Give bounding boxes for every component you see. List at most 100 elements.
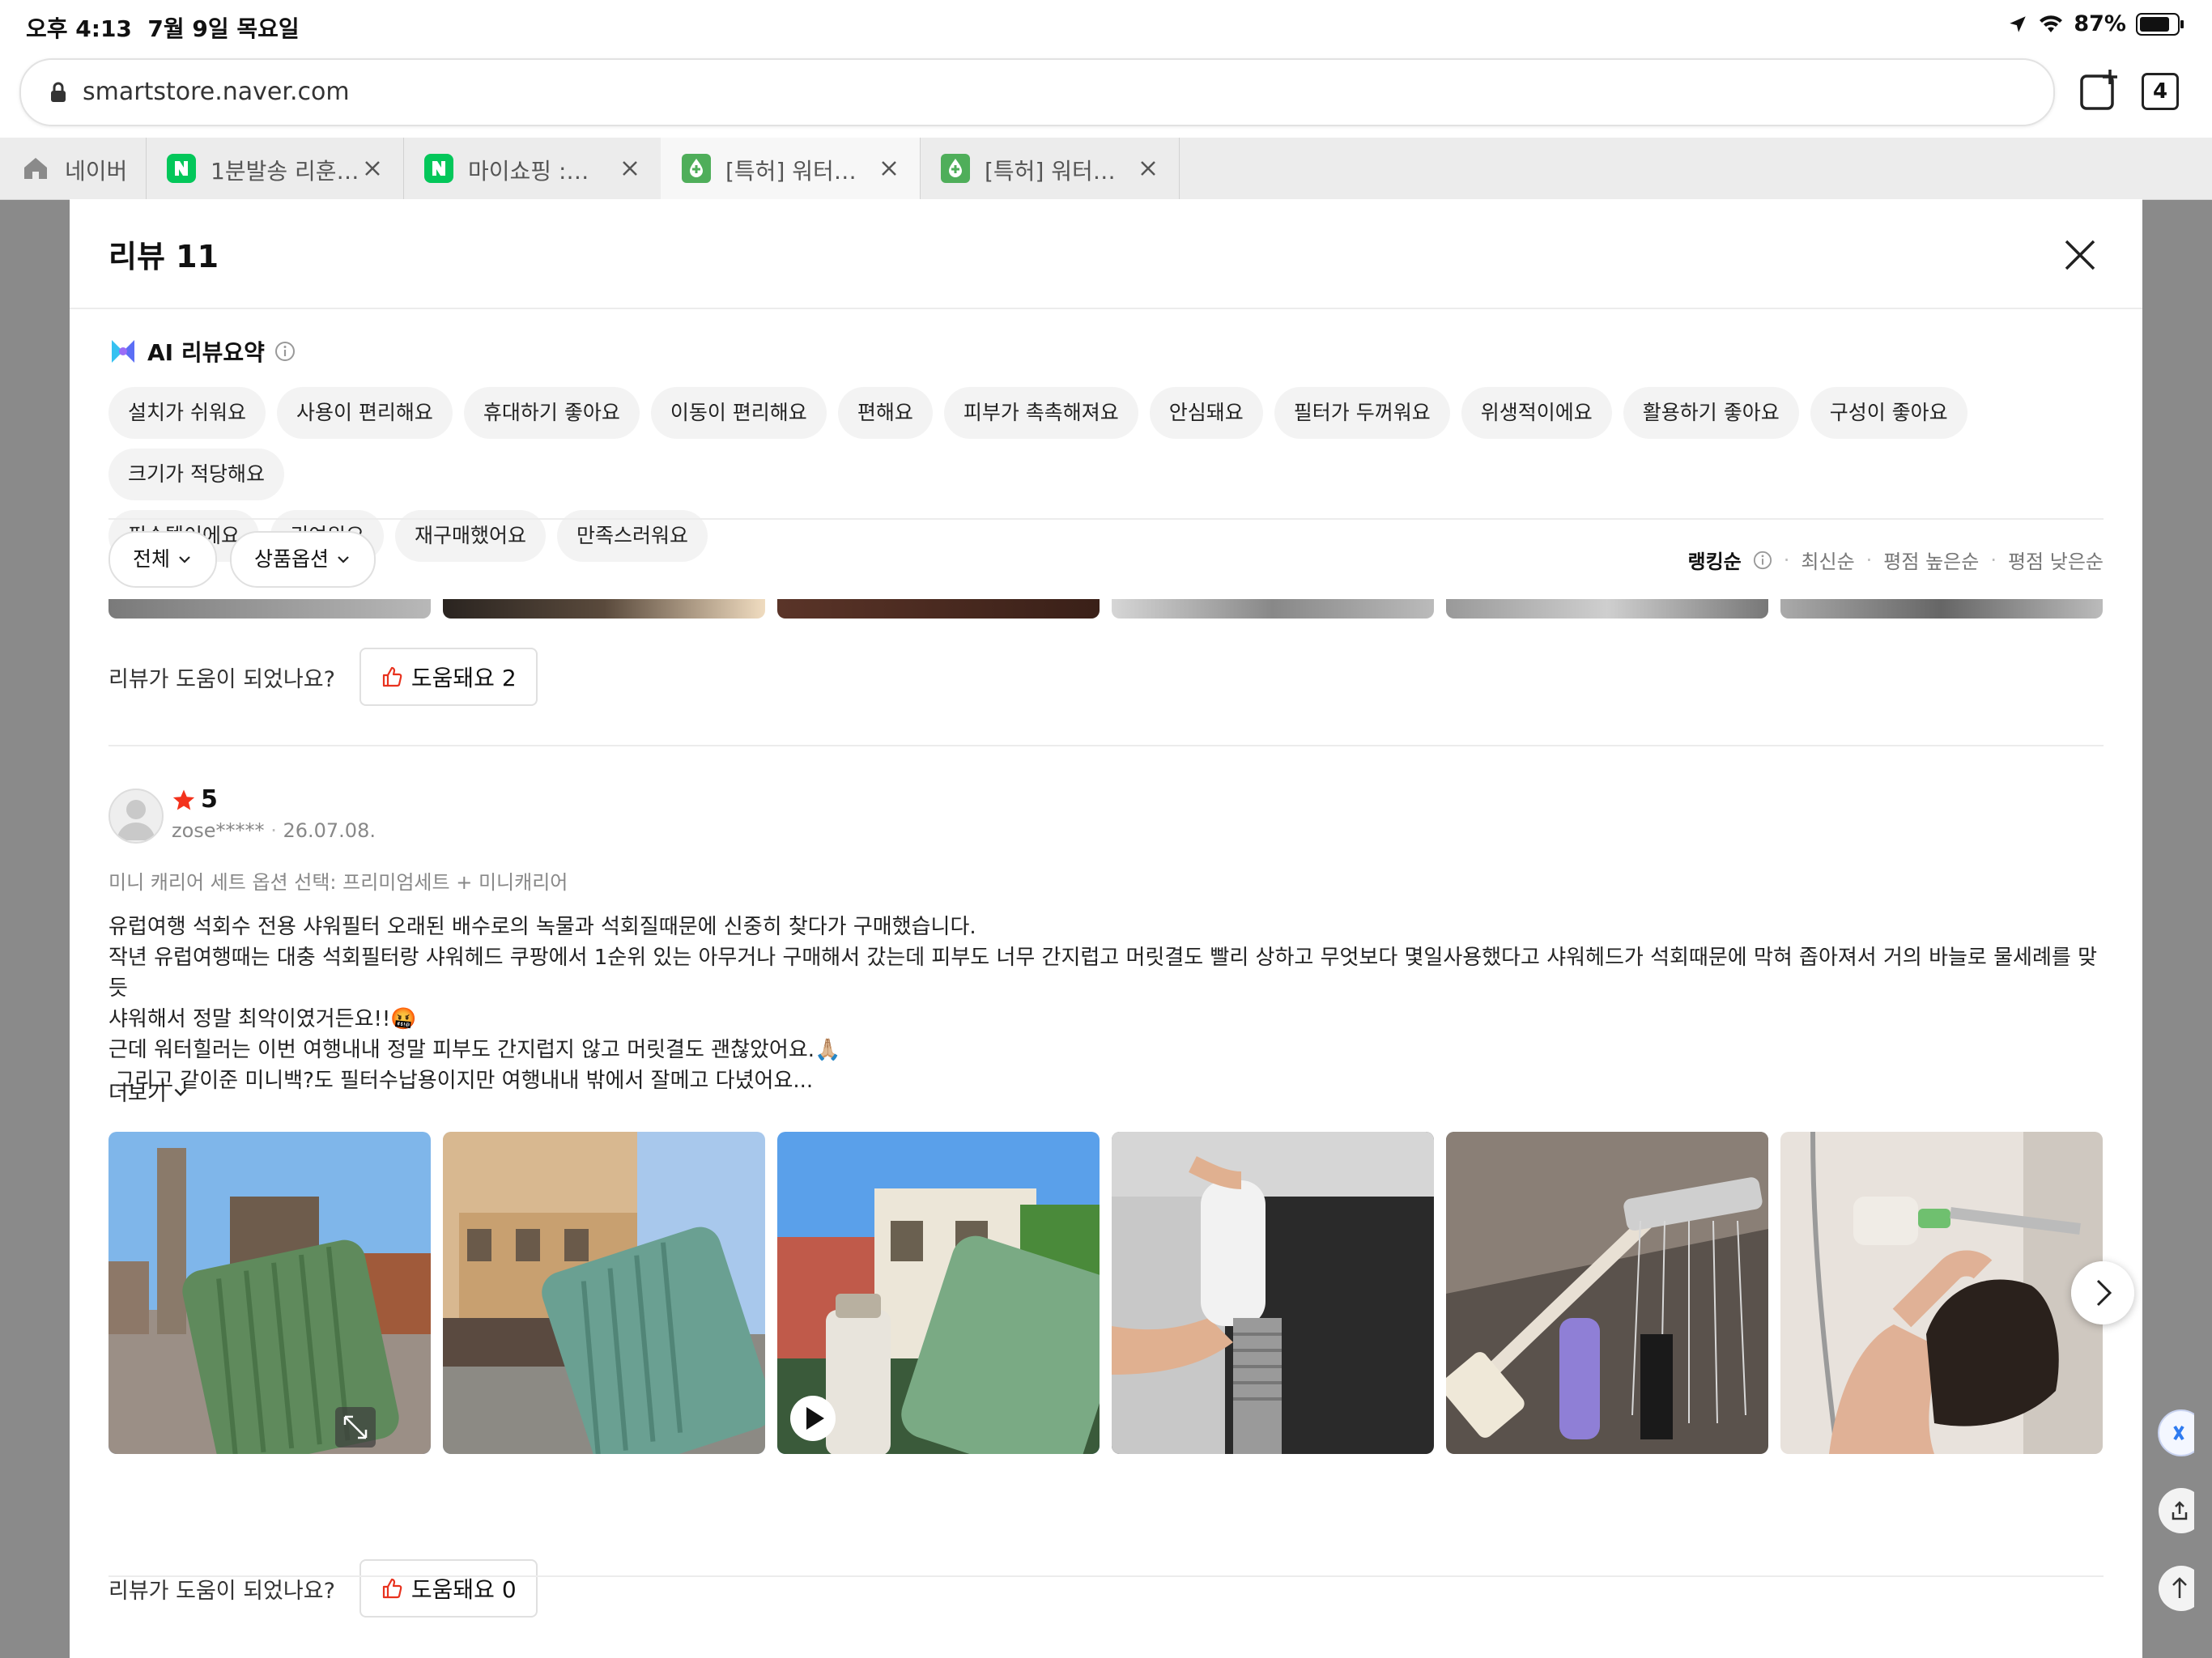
prev-helpful-row: 리뷰가 도움이 되었나요? 도움돼요 2 bbox=[108, 648, 538, 706]
home-icon bbox=[24, 158, 47, 179]
ai-summary-header: AI 리뷰요약 bbox=[108, 335, 296, 368]
filter-all-dropdown[interactable]: 전체 bbox=[108, 531, 218, 588]
info-icon[interactable] bbox=[274, 341, 296, 362]
review-photo[interactable] bbox=[1446, 1132, 1768, 1454]
review-helpful-row: 리뷰가 도움이 되었나요? 도움돼요 0 bbox=[108, 1559, 538, 1618]
review-body: 유럽여행 석회수 전용 샤워필터 오래된 배수로의 녹물과 석회질때문에 신중히… bbox=[108, 912, 2108, 1096]
sort-ranking[interactable]: 랭킹순 bbox=[1688, 546, 1742, 574]
review-meta: zose***** · 26.07.08. bbox=[172, 819, 376, 842]
next-photo-button[interactable] bbox=[2071, 1261, 2134, 1324]
filter-bar: 전체 상품옵션 bbox=[108, 531, 376, 588]
tab-strip: 네이버 1분발송 리훈… 마이쇼핑 :… [특허] 워터… [특허] 워터… bbox=[0, 138, 2212, 200]
review-line: 유럽여행 석회수 전용 샤워필터 오래된 배수로의 녹물과 석회질때문에 신중히… bbox=[108, 915, 976, 939]
review-photo-thumb[interactable] bbox=[108, 599, 431, 619]
keyword-chip[interactable]: 크기가 적당해요 bbox=[108, 449, 284, 500]
review-photo[interactable] bbox=[1780, 1132, 2103, 1454]
status-time: 오후 4:13 7월 9일 목요일 bbox=[26, 15, 300, 42]
review-line: 근데 워터힐러는 이번 여행내내 정말 피부도 간지럽지 않고 머릿결도 괜찮았… bbox=[108, 1038, 841, 1062]
address-row: smartstore.naver.com 4 bbox=[0, 52, 2212, 138]
helpful-button[interactable]: 도움돼요 0 bbox=[359, 1559, 538, 1618]
close-tab-icon[interactable] bbox=[358, 154, 387, 183]
tab-4[interactable]: [특허] 워터… bbox=[920, 138, 1180, 199]
tab-1[interactable]: 1분발송 리훈… bbox=[146, 138, 404, 199]
review-photo-thumb[interactable] bbox=[1780, 599, 2103, 619]
green-drop-icon bbox=[682, 154, 711, 183]
info-icon[interactable] bbox=[1753, 551, 1772, 570]
tab-3-active[interactable]: [특허] 워터… bbox=[661, 138, 921, 199]
chevron-down-icon bbox=[174, 1088, 187, 1096]
reviewer-id: zose***** bbox=[172, 819, 265, 842]
review-date: 26.07.08. bbox=[283, 819, 376, 842]
keyword-chip[interactable]: 안심돼요 bbox=[1149, 387, 1263, 439]
divider bbox=[108, 1575, 2104, 1577]
divider bbox=[108, 518, 2104, 520]
scroll-top-icon[interactable] bbox=[2146, 1564, 2194, 1613]
sort-latest[interactable]: 최신순 bbox=[1801, 546, 1854, 574]
review-photo[interactable] bbox=[443, 1132, 765, 1454]
review-line: 샤워해서 정말 최악이였거든요!!🤬 bbox=[108, 1007, 417, 1031]
review-photo[interactable] bbox=[1112, 1132, 1434, 1454]
status-right: 87% bbox=[2007, 11, 2184, 36]
review-photo-thumb[interactable] bbox=[1112, 599, 1434, 619]
sort-options: 랭킹순 · 최신순 · 평점 높은순 · 평점 낮은순 bbox=[1688, 546, 2104, 574]
keyword-chip[interactable]: 피부가 촉촉해져요 bbox=[943, 387, 1138, 439]
green-drop-icon bbox=[941, 154, 970, 183]
thumbs-up-icon bbox=[382, 1578, 402, 1599]
status-bar: 오후 4:13 7월 9일 목요일 87% bbox=[0, 0, 2212, 52]
wifi-icon bbox=[2040, 15, 2063, 32]
close-tab-icon[interactable] bbox=[1134, 154, 1163, 183]
tab-2[interactable]: 마이쇼핑 :… bbox=[403, 138, 661, 199]
tab-count-button[interactable]: 4 bbox=[2142, 73, 2179, 110]
review-photo-thumb[interactable] bbox=[443, 599, 765, 619]
divider bbox=[108, 745, 2104, 746]
location-arrow-icon bbox=[2010, 15, 2027, 32]
keyword-chip[interactable]: 사용이 편리해요 bbox=[276, 387, 453, 439]
battery-percent: 87% bbox=[2074, 11, 2126, 36]
sort-rating-high[interactable]: 평점 높은순 bbox=[1883, 546, 1979, 574]
helpful-button[interactable]: 도움돼요 2 bbox=[359, 648, 538, 706]
thumbs-up-icon bbox=[382, 666, 402, 687]
keyword-chip[interactable]: 활용하기 좋아요 bbox=[1623, 387, 1799, 439]
filter-option-dropdown[interactable]: 상품옵션 bbox=[230, 531, 376, 588]
review-rating: 5 bbox=[172, 785, 218, 814]
more-button[interactable]: 더보기 bbox=[108, 1077, 189, 1107]
ai-keyword-chips: 설치가 쉬워요 사용이 편리해요 휴대하기 좋아요 이동이 편리해요 편해요 피부가 촉촉… bbox=[108, 387, 2108, 572]
naver-n-icon bbox=[424, 154, 453, 183]
share-icon[interactable] bbox=[2146, 1486, 2194, 1535]
close-tab-icon[interactable] bbox=[615, 154, 644, 183]
lock-icon bbox=[51, 82, 66, 102]
sort-rating-low[interactable]: 평점 낮은순 bbox=[2008, 546, 2104, 574]
keyword-chip[interactable]: 휴대하기 좋아요 bbox=[463, 387, 640, 439]
battery-icon bbox=[2136, 12, 2184, 36]
tab-naver-home[interactable]: 네이버 bbox=[0, 138, 147, 199]
keyword-chip[interactable]: 필터가 두꺼워요 bbox=[1274, 387, 1450, 439]
review-line: 작년 유럽여행때는 대충 석회필터랑 샤워헤드 쿠팡에서 1순위 있는 아무거나… bbox=[108, 946, 2097, 1001]
review-modal: 리뷰 11 AI 리뷰요약 설치가 쉬워요 사용이 편리해요 휴대하기 좋아요 이동이… bbox=[70, 199, 2142, 1658]
review-photo-thumb[interactable] bbox=[1446, 599, 1768, 619]
review-photo[interactable] bbox=[108, 1132, 431, 1454]
star-icon bbox=[172, 789, 195, 810]
new-tab-icon[interactable] bbox=[2079, 68, 2120, 112]
chevron-down-icon bbox=[179, 556, 190, 563]
url-text: smartstore.naver.com bbox=[83, 78, 350, 106]
review-line: 그리고 같이준 미니백?도 필터수납용이지만 여행내내 밖에서 잘메고 다녔어요… bbox=[108, 1069, 814, 1093]
ai-summary-title: AI 리뷰요약 bbox=[147, 339, 265, 366]
ai-fab-icon[interactable] bbox=[2146, 1409, 2194, 1457]
keyword-chip[interactable]: 위생적이에요 bbox=[1461, 387, 1612, 439]
close-tab-icon[interactable] bbox=[874, 154, 904, 183]
close-icon[interactable] bbox=[2061, 236, 2099, 274]
divider bbox=[70, 308, 2142, 309]
url-bar[interactable]: smartstore.naver.com bbox=[19, 58, 2055, 126]
keyword-chip[interactable]: 설치가 쉬워요 bbox=[108, 387, 266, 439]
avatar bbox=[108, 789, 164, 844]
review-option: 미니 캐리어 세트 옵션 선택: 프리미엄세트 + 미니캐리어 bbox=[108, 871, 568, 894]
ai-logo-icon bbox=[112, 340, 134, 363]
chevron-down-icon bbox=[338, 556, 349, 563]
keyword-chip[interactable]: 편해요 bbox=[837, 387, 933, 439]
review-video-thumb[interactable] bbox=[777, 1132, 1100, 1454]
keyword-chip[interactable]: 구성이 좋아요 bbox=[1810, 387, 1967, 439]
modal-title: 리뷰 11 bbox=[108, 239, 219, 274]
keyword-chip[interactable]: 이동이 편리해요 bbox=[650, 387, 827, 439]
naver-n-icon bbox=[167, 154, 196, 183]
review-photo-thumb[interactable] bbox=[777, 599, 1100, 619]
